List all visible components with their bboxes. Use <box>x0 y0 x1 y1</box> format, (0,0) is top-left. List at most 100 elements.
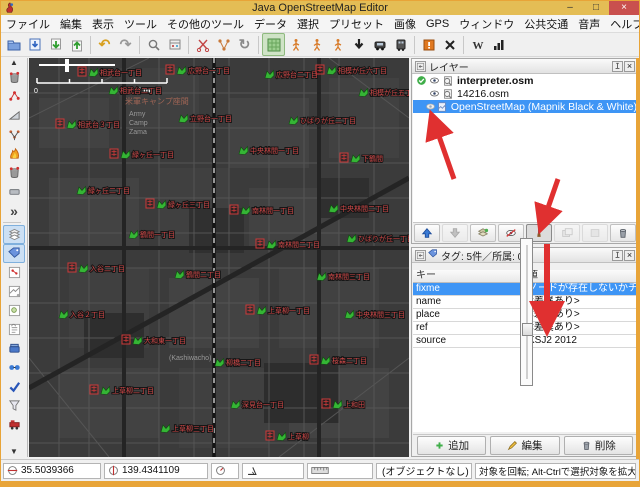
menu-item-12[interactable]: 音声 <box>573 16 605 32</box>
layers-close-icon[interactable]: × <box>624 61 635 72</box>
improve-accuracy-tool[interactable] <box>3 125 25 144</box>
layer-name: OpenStreetMap (Mapnik Black & White) <box>448 101 637 113</box>
menu-item-13[interactable]: ヘルプ <box>605 16 640 32</box>
tags-panel-toggle[interactable] <box>3 244 25 263</box>
walking-figure-tool-2-button[interactable] <box>306 34 327 55</box>
minimize-button[interactable]: – <box>557 1 583 15</box>
layer-row-1[interactable]: 14216.osm <box>413 87 637 100</box>
title-bar[interactable]: Java OpenStreetMap Editor – □ × <box>1 1 639 15</box>
layer-row-0[interactable]: interpreter.osm <box>413 74 637 87</box>
walking-figure-tool-button[interactable] <box>285 34 306 55</box>
tools-scroll-down-icon[interactable]: ▼ <box>10 447 18 457</box>
delete-layer-button[interactable] <box>610 224 636 242</box>
maximize-button[interactable]: □ <box>583 1 609 15</box>
download-along-button[interactable] <box>348 34 369 55</box>
redo-button[interactable]: ↷ <box>115 34 136 55</box>
eraser-tool[interactable] <box>3 182 25 201</box>
map-marker-label: 相武台二丁目 <box>120 86 162 95</box>
split-way-tool-button[interactable] <box>213 34 234 55</box>
add-tag-button[interactable]: 追加 <box>417 436 486 455</box>
undo-button[interactable]: ↶ <box>94 34 115 55</box>
menu-item-1[interactable]: 編集 <box>55 16 87 32</box>
menu-item-5[interactable]: データ <box>249 16 292 32</box>
layer-row-2[interactable]: OpenStreetMap (Mapnik Black & White) <box>413 100 637 113</box>
wikipedia-button[interactable]: W <box>467 34 488 55</box>
tags-close-icon[interactable]: × <box>624 250 635 261</box>
preferences-button[interactable] <box>164 34 185 55</box>
download-data-button[interactable] <box>45 34 66 55</box>
window-title: Java OpenStreetMap Editor <box>1 1 639 15</box>
new-blank-layer-button[interactable] <box>582 224 608 242</box>
refresh-button[interactable]: ↻ <box>234 34 255 55</box>
delete-tag-button[interactable]: 削除 <box>564 436 633 455</box>
selection-panel-toggle[interactable] <box>3 301 25 320</box>
gpx-purge-tool[interactable] <box>3 163 25 182</box>
layer-visibility-eye-icon[interactable] <box>428 88 441 99</box>
command-stack-panel-toggle[interactable] <box>3 320 25 339</box>
more-tools[interactable]: » <box>3 201 25 220</box>
move-layer-down-button[interactable] <box>442 224 468 242</box>
layer-visibility-eye-icon[interactable] <box>425 101 436 112</box>
wikipedia-icon: W <box>471 38 485 52</box>
relations-panel-toggle[interactable] <box>3 263 25 282</box>
map-symbol-box-icon <box>166 65 174 74</box>
new-layer-button[interactable] <box>3 34 24 55</box>
menu-item-10[interactable]: ウィンドウ <box>454 16 519 32</box>
car-icon-button[interactable] <box>369 34 390 55</box>
map-symbol-box-icon <box>146 199 154 208</box>
imagery-style-button[interactable] <box>262 33 285 56</box>
menu-item-9[interactable]: GPS <box>421 18 454 30</box>
save-button[interactable] <box>24 34 45 55</box>
menu-item-6[interactable]: 選択 <box>292 16 324 32</box>
map-marker-label: 南林間二丁目 <box>278 240 320 249</box>
merge-layers-button[interactable] <box>470 224 496 242</box>
minimap-panel-toggle[interactable] <box>3 282 25 301</box>
map-view[interactable]: 0 738.6 m 米軍キャンプ座間 Army Camp Zama (Kashi… <box>29 58 409 457</box>
validator-panel-toggle[interactable] <box>3 377 25 396</box>
filter-panel-toggle[interactable] <box>3 396 25 415</box>
menu-item-7[interactable]: プリセット <box>324 16 389 32</box>
layers-dock-icon[interactable] <box>415 61 426 72</box>
move-layer-up-button[interactable] <box>414 224 440 242</box>
opacity-slider-handle[interactable] <box>522 323 533 336</box>
longitude-readout: 139.4341109 <box>104 463 208 479</box>
validation-warning-button[interactable] <box>418 34 439 55</box>
map-symbol-box-icon <box>310 355 318 364</box>
menu-item-0[interactable]: ファイル <box>1 16 55 32</box>
conflicts-panel-toggle[interactable] <box>3 358 25 377</box>
duplicate-layer-button[interactable] <box>554 224 580 242</box>
measurement-chart-button[interactable] <box>488 34 509 55</box>
transit-icon-button[interactable] <box>390 34 411 55</box>
menu-item-4[interactable]: その他のツール <box>162 16 249 32</box>
map-marker-label: 立野台一丁目 <box>190 114 232 123</box>
edit-tag-button[interactable]: 編集 <box>490 436 559 455</box>
purge-tool[interactable] <box>3 68 25 87</box>
svg-text:W: W <box>472 40 483 52</box>
menu-item-3[interactable]: ツール <box>119 16 162 32</box>
tags-pin-icon[interactable] <box>612 250 623 261</box>
layers-pin-icon[interactable] <box>612 61 623 72</box>
walking-figure-tool-3-button[interactable] <box>327 34 348 55</box>
layer-opacity-slider[interactable] <box>520 238 533 386</box>
angle-measure-tool[interactable] <box>3 106 25 125</box>
close-button[interactable]: × <box>609 1 639 15</box>
changeset-panel-toggle[interactable] <box>3 415 25 434</box>
menu-item-8[interactable]: 画像 <box>389 16 421 32</box>
terrain-flame-tool[interactable] <box>3 144 25 163</box>
menu-item-2[interactable]: 表示 <box>87 16 119 32</box>
tags-dock-icon[interactable] <box>415 250 426 261</box>
upload-data-button[interactable] <box>66 34 87 55</box>
draw-way-tool[interactable] <box>3 87 25 106</box>
save-icon <box>28 38 42 52</box>
map-symbol-box-icon <box>340 153 348 162</box>
download-panel-toggle[interactable] <box>3 339 25 358</box>
zoom-search-button[interactable] <box>143 34 164 55</box>
menu-item-11[interactable]: 公共交通 <box>519 16 573 32</box>
map-marker[interactable]: ひばりが丘二丁目 <box>289 116 356 125</box>
merge-ways-tool-button[interactable] <box>192 34 213 55</box>
angle-readout <box>242 463 304 479</box>
delete-mode-button[interactable] <box>439 34 460 55</box>
layers-panel-toggle[interactable] <box>3 225 25 244</box>
tools-scroll-up-icon[interactable]: ▲ <box>10 58 18 68</box>
layer-visibility-eye-icon[interactable] <box>428 75 441 86</box>
